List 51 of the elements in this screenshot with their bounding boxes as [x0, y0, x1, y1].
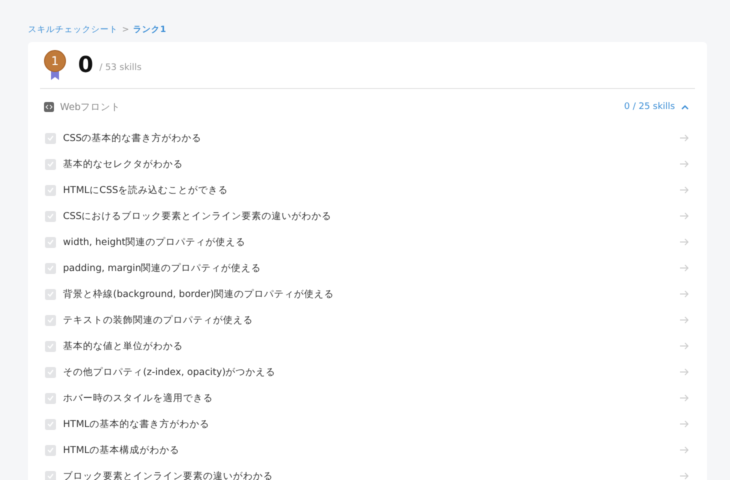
arrow-right-icon[interactable] — [680, 212, 689, 220]
skill-label: 基本的なセレクタがわかる — [63, 158, 184, 170]
skill-count: 0 — [78, 52, 94, 78]
checkbox[interactable] — [45, 210, 56, 222]
arrow-right-icon[interactable] — [680, 368, 689, 376]
checkbox[interactable] — [45, 132, 56, 144]
checkbox[interactable] — [45, 418, 56, 430]
arrow-right-icon[interactable] — [680, 316, 689, 324]
skill-label: テキストの装飾関連のプロパティが使える — [63, 314, 254, 326]
arrow-right-icon[interactable] — [680, 342, 689, 350]
section-toggle[interactable]: 0 / 25 skills — [624, 102, 689, 112]
skill-label: HTMLの基本的な書き方がわかる — [63, 418, 210, 430]
checkbox[interactable] — [45, 262, 56, 274]
arrow-right-icon[interactable] — [680, 134, 689, 142]
arrow-right-icon[interactable] — [680, 472, 689, 480]
arrow-right-icon[interactable] — [680, 186, 689, 194]
breadcrumb-link[interactable]: スキルチェックシート — [28, 24, 118, 36]
checkbox[interactable] — [45, 184, 56, 196]
skill-label: CSSの基本的な書き方がわかる — [63, 132, 203, 144]
section-title: Webフロント — [60, 100, 122, 114]
checkbox[interactable] — [45, 340, 56, 352]
checkbox[interactable] — [45, 314, 56, 326]
checkbox[interactable] — [45, 158, 56, 170]
checkbox[interactable] — [45, 392, 56, 404]
checkbox[interactable] — [45, 288, 56, 300]
skill-label: 基本的な値と単位がわかる — [63, 340, 184, 352]
chevron-icon — [681, 104, 689, 110]
skill-label: ブロック要素とインライン要素の違いがわかる — [63, 470, 274, 480]
arrow-right-icon[interactable] — [680, 264, 689, 272]
breadcrumb-current: ランク1 — [133, 24, 166, 36]
arrow-right-icon[interactable] — [680, 446, 689, 454]
arrow-right-icon[interactable] — [680, 394, 689, 402]
arrow-right-icon[interactable] — [680, 290, 689, 298]
skill-label: ホバー時のスタイルを適用できる — [63, 392, 214, 404]
checkbox[interactable] — [45, 236, 56, 248]
skill-label: 背景と枠線(background, border)関連のプロパティが使える — [63, 288, 336, 300]
skill-label: HTMLの基本構成がわかる — [63, 444, 180, 456]
skill-label: その他プロパティ(z-index, opacity)がつかえる — [63, 366, 277, 378]
skill-label: padding, margin関連のプロパティが使える — [63, 262, 262, 274]
skill-total: / 53 skills — [99, 63, 142, 73]
arrow-right-icon[interactable] — [680, 420, 689, 428]
arrow-right-icon[interactable] — [680, 238, 689, 246]
skill-label: HTMLにCSSを読み込むことができる — [63, 184, 230, 196]
breadcrumb-separator: > — [122, 25, 130, 35]
code-icon — [44, 102, 54, 112]
checkbox[interactable] — [45, 470, 56, 480]
skill-label: CSSにおけるブロック要素とインライン要素の違いがわかる — [63, 210, 333, 222]
checkbox[interactable] — [45, 366, 56, 378]
skill-label: width, height関連のプロパティが使える — [63, 236, 247, 248]
checkbox[interactable] — [45, 444, 56, 456]
arrow-right-icon[interactable] — [680, 160, 689, 168]
